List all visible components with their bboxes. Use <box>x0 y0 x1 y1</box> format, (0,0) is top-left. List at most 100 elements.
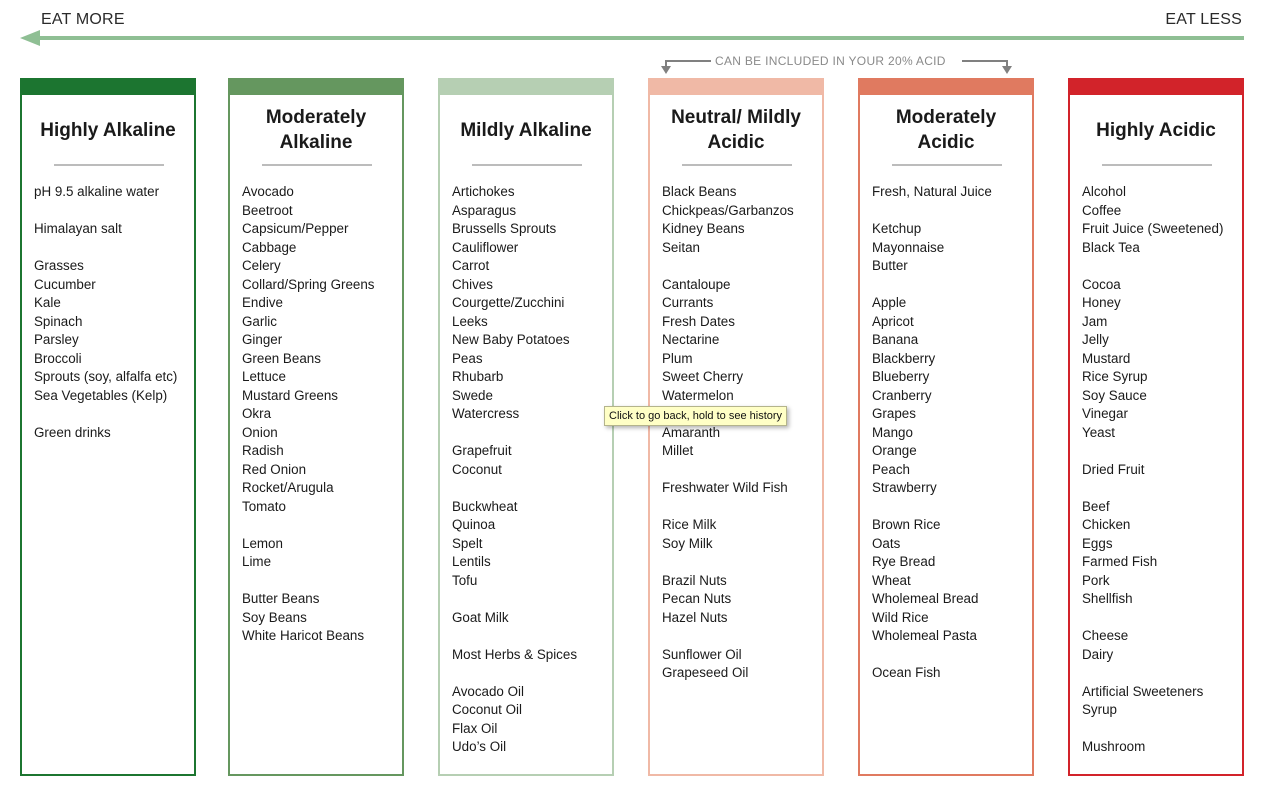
food-item: Asparagus <box>452 202 517 218</box>
list-spacer <box>242 516 398 535</box>
food-item: Kale <box>34 295 61 310</box>
food-item: Rice Syrup <box>1082 369 1148 384</box>
column-moderately-acidic: Moderately Acidic Fresh, Natural Juice Ket… <box>858 78 1034 776</box>
food-item: Soy Beans <box>242 609 307 625</box>
food-item: Lettuce <box>242 369 286 384</box>
list-spacer <box>452 664 608 683</box>
food-list: Fresh, Natural Juice Ketchup Mayonnaise But… <box>872 183 1028 683</box>
list-spacer <box>662 257 818 276</box>
list-spacer <box>1082 442 1238 461</box>
food-item: Rice Milk <box>662 517 717 532</box>
food-item: Ocean Fish <box>872 665 941 680</box>
list-spacer <box>34 202 190 221</box>
food-item: Syrup <box>1082 702 1117 717</box>
food-item: Mustard Greens <box>242 387 339 403</box>
food-item: Swede <box>452 387 493 403</box>
food-item: Hazel Nuts <box>662 609 728 625</box>
column-title: Highly Alkaline <box>40 119 176 141</box>
food-item: Broccoli <box>34 350 82 366</box>
food-item: Wheat <box>872 572 911 588</box>
food-item: Cranberry <box>872 387 932 403</box>
food-item: Freshwater Wild Fish <box>662 480 788 495</box>
food-item: Rye Bread <box>872 554 936 569</box>
food-item: Tomato <box>242 498 286 514</box>
food-item: Banana <box>872 332 919 347</box>
food-item: Mushroom <box>1082 739 1146 754</box>
food-item: Butter <box>872 258 908 273</box>
food-item: Lentils <box>452 554 491 569</box>
food-item: Parsley <box>34 332 79 347</box>
list-spacer <box>1082 479 1238 498</box>
list-spacer <box>872 202 1028 221</box>
food-item: Tofu <box>452 572 478 588</box>
food-item: Red Onion <box>242 461 307 477</box>
food-item: Artificial Sweeteners <box>1082 683 1204 699</box>
food-item: Ginger <box>242 332 283 347</box>
list-spacer <box>452 627 608 646</box>
food-item: Sunflower Oil <box>662 646 742 662</box>
food-item: Black Tea <box>1082 239 1140 255</box>
food-item: Okra <box>242 406 272 421</box>
food-item: Blackberry <box>872 350 936 366</box>
column-title: Moderately Acidic <box>895 107 997 153</box>
food-item: Grapefruit <box>452 443 512 458</box>
food-item: Avocado Oil <box>452 683 524 699</box>
food-item: Wholemeal Pasta <box>872 628 977 643</box>
food-item: New Baby Potatoes <box>452 332 570 347</box>
divider <box>54 164 164 166</box>
food-item: Beetroot <box>242 202 293 218</box>
list-spacer <box>1082 257 1238 276</box>
column-title: Neutral/ Mildly Acidic <box>671 107 801 153</box>
column-title: Mildly Alkaline <box>460 119 592 141</box>
divider <box>1102 164 1212 166</box>
food-item: Cocoa <box>1082 276 1121 292</box>
food-item: Mango <box>872 424 913 440</box>
food-item: Plum <box>662 350 693 366</box>
food-item: Coconut <box>452 461 502 477</box>
food-item: Spelt <box>452 535 483 551</box>
food-item: Cantaloupe <box>662 276 731 292</box>
list-spacer <box>1082 664 1238 683</box>
food-item: pH 9.5 alkaline water <box>34 184 160 199</box>
food-item: Endive <box>242 295 283 310</box>
food-item: Green Beans <box>242 350 321 366</box>
arrow-left-icon <box>20 30 40 46</box>
food-item: Currants <box>662 295 714 310</box>
food-item: Yeast <box>1082 424 1116 440</box>
food-item: Honey <box>1082 295 1121 310</box>
food-item: Spinach <box>34 313 83 329</box>
food-item: Seitan <box>662 239 700 255</box>
list-spacer <box>452 424 608 443</box>
food-item: Coffee <box>1082 202 1122 218</box>
food-item: Green drinks <box>34 424 111 440</box>
column-mildly-alkaline: Mildly Alkaline Artichokes Asparagus Brusse… <box>438 78 614 776</box>
food-item: Leeks <box>452 313 488 329</box>
food-list: Avocado Beetroot Capsicum/Pepper Cabbage Cel… <box>242 183 398 646</box>
food-item: Blueberry <box>872 369 930 384</box>
list-spacer <box>662 553 818 572</box>
column-header-bar <box>20 80 196 95</box>
food-item: Celery <box>242 258 281 273</box>
list-spacer <box>34 239 190 258</box>
list-spacer <box>34 405 190 424</box>
food-item: Millet <box>662 443 694 458</box>
food-item: Sea Vegetables (Kelp) <box>34 387 168 403</box>
scale-arrow-line <box>36 36 1244 40</box>
tooltip: Click to go back, hold to see history <box>604 406 788 426</box>
food-item: Fresh Dates <box>662 313 735 329</box>
food-item: Dried Fruit <box>1082 461 1145 477</box>
food-item: Shellfish <box>1082 591 1133 606</box>
food-item: Artichokes <box>452 184 515 199</box>
food-item: Pecan Nuts <box>662 591 732 606</box>
food-item: Jam <box>1082 313 1108 329</box>
column-moderately-alkaline: Moderately Alkaline Avocado Beetroot Capsic… <box>228 78 404 776</box>
food-list: pH 9.5 alkaline water Himalayan salt Grass… <box>34 183 190 442</box>
food-item: Quinoa <box>452 517 496 532</box>
divider <box>472 164 582 166</box>
food-item: Strawberry <box>872 480 937 495</box>
food-item: Avocado <box>242 184 294 199</box>
food-item: Collard/Spring Greens <box>242 276 375 292</box>
food-item: Flax Oil <box>452 720 498 736</box>
list-spacer <box>452 479 608 498</box>
food-item: Black Beans <box>662 184 737 199</box>
